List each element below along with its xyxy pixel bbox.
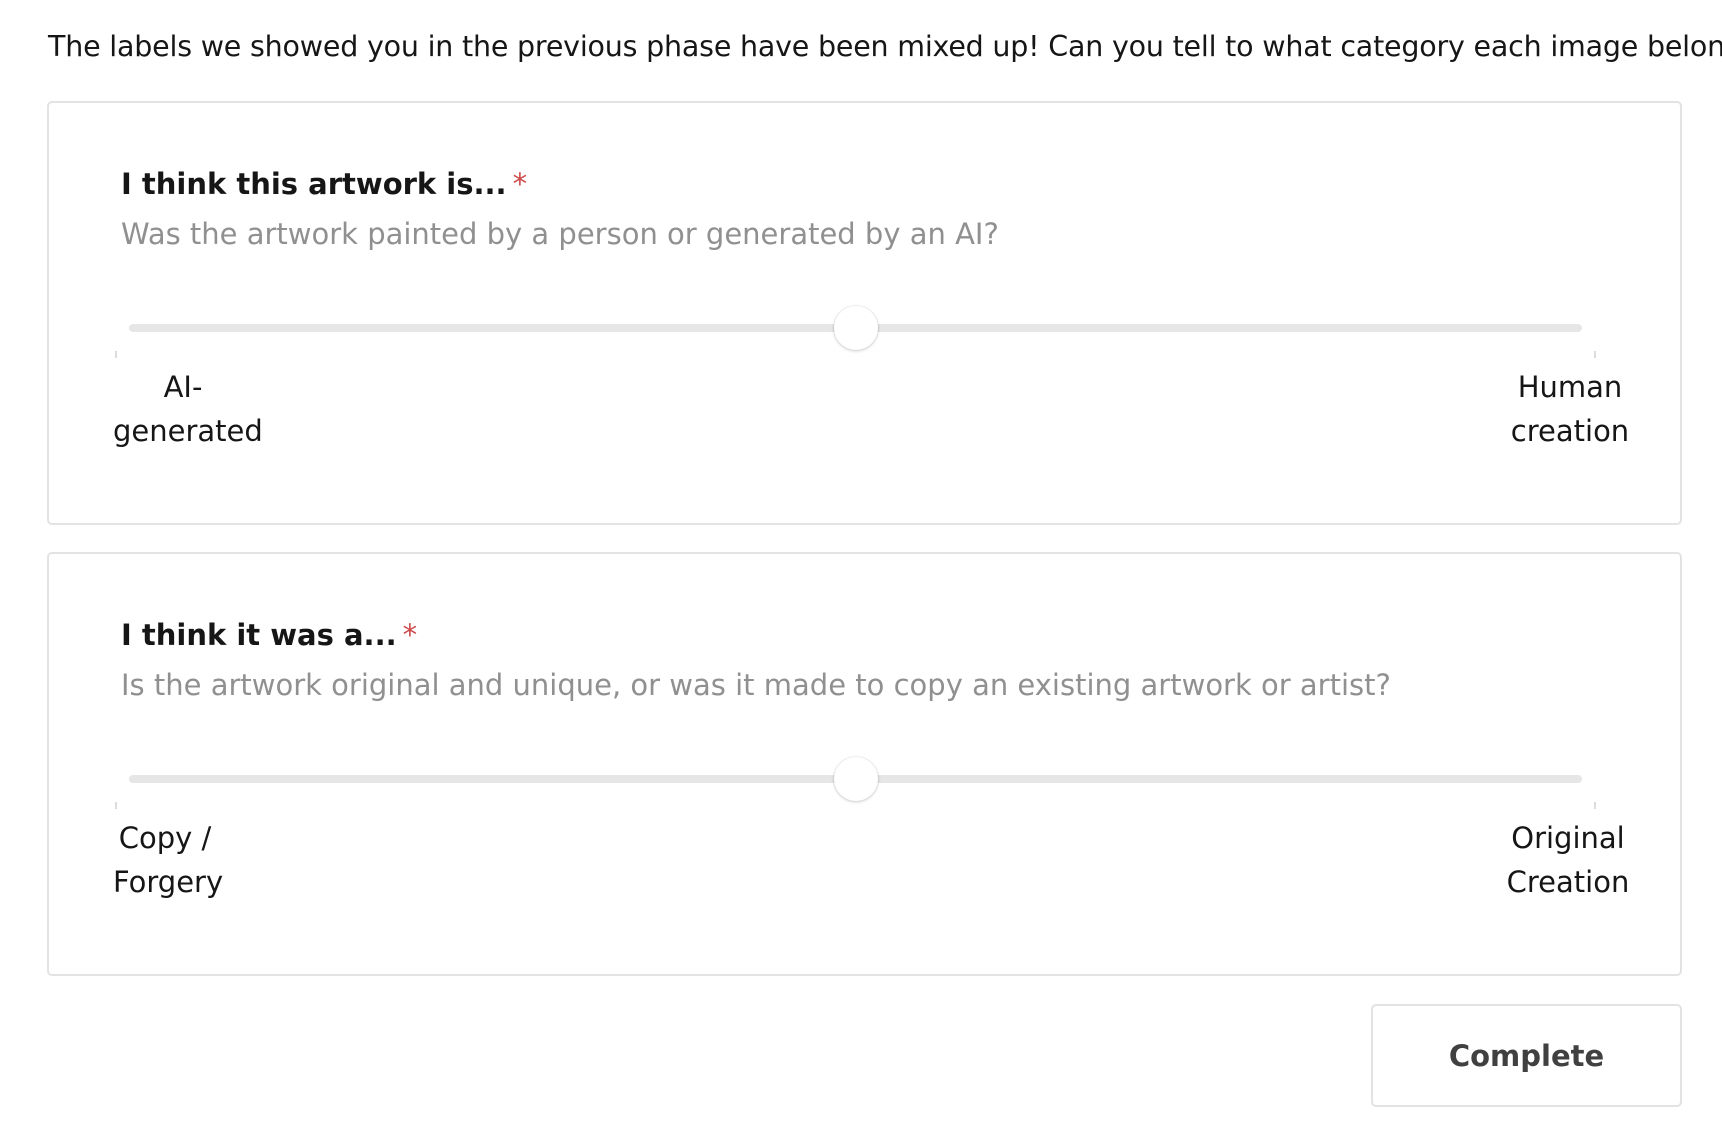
question-title: I think it was a... * xyxy=(121,618,417,652)
slider-min-label[interactable]: Copy / Forgery xyxy=(113,816,224,904)
intro-text: The labels we showed you in the previous… xyxy=(48,30,1722,63)
slider-max-label-line: creation xyxy=(1510,414,1630,448)
slider-thumb[interactable] xyxy=(833,757,878,801)
slider-min-label-line: AI- xyxy=(163,370,203,404)
slider-min-label[interactable]: AI- generated xyxy=(113,365,263,453)
slider-max-label-line: Human xyxy=(1517,370,1623,404)
complete-button[interactable]: Complete xyxy=(1371,1004,1682,1107)
question-card-artwork-originality: I think it was a... * Is the artwork orig… xyxy=(47,552,1682,976)
required-asterisk: * xyxy=(512,167,528,201)
question-title: I think this artwork is... * xyxy=(121,167,527,201)
question-title-text: I think it was a... xyxy=(121,618,397,652)
slider-min-tick xyxy=(115,351,117,358)
slider-max-tick xyxy=(1594,802,1596,809)
slider-min-label-line: generated xyxy=(113,414,263,448)
required-asterisk: * xyxy=(402,618,418,652)
question-title-text: I think this artwork is... xyxy=(121,167,507,201)
question-card-artwork-origin: I think this artwork is... * Was the artw… xyxy=(47,101,1682,525)
slider-max-label[interactable]: Original Creation xyxy=(1481,816,1655,904)
slider-min-tick xyxy=(115,802,117,809)
slider-max-label[interactable]: Human creation xyxy=(1485,365,1655,453)
slider-min-label-line: Copy / xyxy=(118,821,212,855)
slider-max-label-line: Creation xyxy=(1506,865,1630,899)
slider-max-tick xyxy=(1594,351,1596,358)
slider-max-label-line: Original xyxy=(1511,821,1625,855)
slider-min-label-line: Forgery xyxy=(113,865,224,899)
question-description: Is the artwork original and unique, or w… xyxy=(121,668,1391,702)
slider-thumb[interactable] xyxy=(833,306,878,350)
question-description: Was the artwork painted by a person or g… xyxy=(121,217,999,251)
